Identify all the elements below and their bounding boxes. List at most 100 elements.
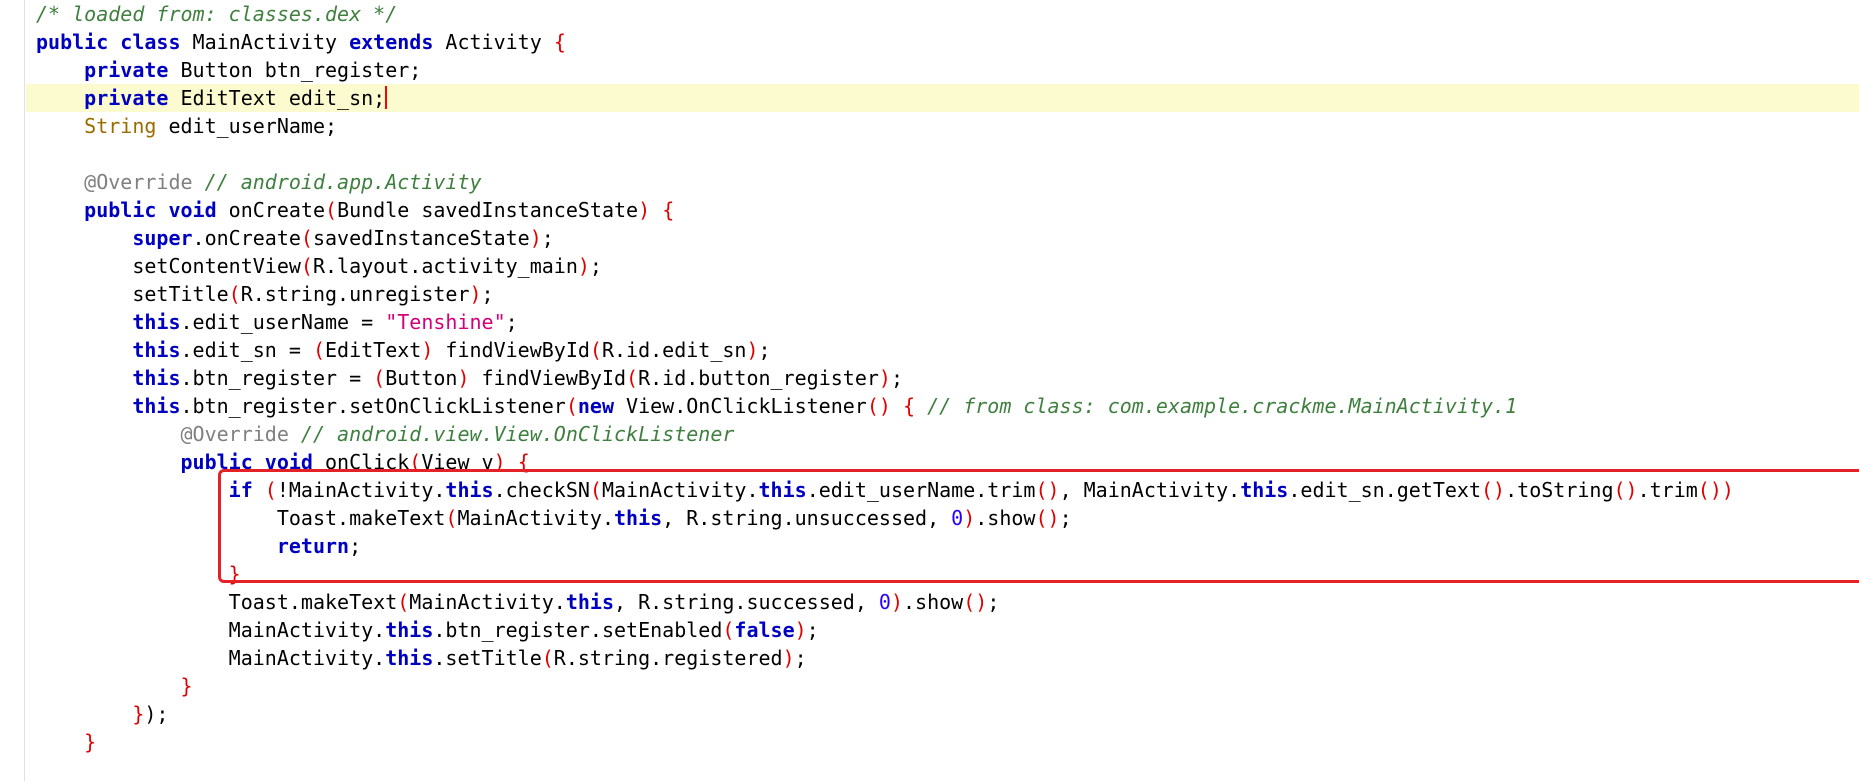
code-token: onCreate [216,198,326,222]
code-line[interactable]: super.onCreate(savedInstanceState); [36,224,1859,252]
code-token: ( [264,478,277,502]
code-area[interactable]: /* loaded from: classes.dex */public cla… [26,0,1859,756]
code-token: ) [963,506,976,530]
code-token: Activity [433,30,554,54]
code-token: .btn_register = [180,366,374,390]
code-token: this [385,618,434,642]
code-token: ; [589,254,602,278]
code-token: ( [722,618,735,642]
code-token: "Tenshine" [385,310,506,334]
code-token: setContentView [36,254,301,278]
code-line[interactable]: @Override // android.app.Activity [36,168,1859,196]
code-token: View.OnClickListener [613,394,867,418]
code-token: public [180,450,253,474]
code-line[interactable]: this.edit_sn = (EditText) findViewById(R… [36,336,1859,364]
code-line[interactable]: public void onCreate(Bundle savedInstanc… [36,196,1859,224]
code-token: this [565,590,614,614]
code-token: View v [421,450,494,474]
code-line[interactable] [36,140,1859,168]
code-token: () [1613,478,1638,502]
code-line[interactable]: private Button btn_register; [36,56,1859,84]
code-line[interactable]: if (!MainActivity.this.checkSN(MainActiv… [36,476,1859,504]
code-token: .edit_userName.trim [806,478,1036,502]
code-line[interactable]: }); [36,700,1859,728]
code-line[interactable]: MainActivity.this.btn_register.setEnable… [36,616,1859,644]
code-token: .setTitle [433,646,542,670]
code-token: savedInstanceState [312,226,530,250]
code-token: { [903,394,916,418]
code-line[interactable]: setTitle(R.string.unregister); [36,280,1859,308]
code-token: () [866,394,891,418]
code-token: ( [300,226,313,250]
code-token: () [1697,478,1722,502]
code-token: { [517,450,530,474]
code-editor[interactable]: /* loaded from: classes.dex */public cla… [0,0,1859,781]
code-line[interactable]: this.btn_register = (Button) findViewByI… [36,364,1859,392]
code-token: new [577,394,614,418]
code-token: edit_userName; [156,114,338,138]
code-token: // from class: com.example.crackme.MainA… [927,394,1518,418]
code-token: ); [144,702,169,726]
code-token: () [1481,478,1506,502]
code-token: ( [397,590,410,614]
code-token: , MainActivity. [1059,478,1241,502]
code-token: this [1240,478,1289,502]
code-token: public [36,30,109,54]
code-token: .show [903,590,964,614]
code-token: ) [782,646,795,670]
code-token: // android.app.Activity [204,170,482,194]
code-line[interactable]: public void onClick(View v) { [36,448,1859,476]
code-line[interactable]: } [36,672,1859,700]
code-token: .btn_register.setOnClickListener [180,394,566,418]
code-token: ( [325,198,338,222]
code-line[interactable]: } [36,560,1859,588]
code-token: this [758,478,807,502]
code-token: false [734,618,795,642]
code-token: } [228,562,241,586]
code-token: this [445,478,494,502]
code-line[interactable]: MainActivity.this.setTitle(R.string.regi… [36,644,1859,672]
code-token: MainActivity. [409,590,566,614]
code-token: Button btn_register; [168,58,422,82]
code-line[interactable]: public class MainActivity extends Activi… [36,28,1859,56]
code-token: ( [312,338,325,362]
code-token: !MainActivity. [276,478,446,502]
code-line[interactable]: this.edit_userName = "Tenshine"; [36,308,1859,336]
code-token: ; [349,534,362,558]
code-line[interactable]: private EditText edit_sn; [26,84,1859,112]
code-token: onClick [312,450,410,474]
code-line[interactable]: Toast.makeText(MainActivity.this, R.stri… [36,588,1859,616]
code-token: this [132,310,181,334]
code-line[interactable]: Toast.makeText(MainActivity.this, R.stri… [36,504,1859,532]
code-line[interactable]: } [36,728,1859,756]
code-line[interactable]: @Override // android.view.View.OnClickLi… [36,420,1859,448]
code-token: ( [228,282,241,306]
code-line[interactable]: /* loaded from: classes.dex */ [36,0,1859,28]
code-token: ( [589,478,602,502]
code-line[interactable]: this.btn_register.setOnClickListener(new… [36,392,1859,420]
code-line[interactable]: String edit_userName; [36,112,1859,140]
code-token: ) [794,618,807,642]
code-line[interactable]: return; [36,532,1859,560]
code-token: Toast.makeText [36,506,446,530]
code-token: { [662,198,675,222]
code-token: ) [638,198,651,222]
code-token: R.id.button_register [638,366,879,390]
code-token: .checkSN [493,478,590,502]
code-line[interactable]: setContentView(R.layout.activity_main); [36,252,1859,280]
code-token: .trim [1637,478,1698,502]
code-token: ( [541,646,554,670]
